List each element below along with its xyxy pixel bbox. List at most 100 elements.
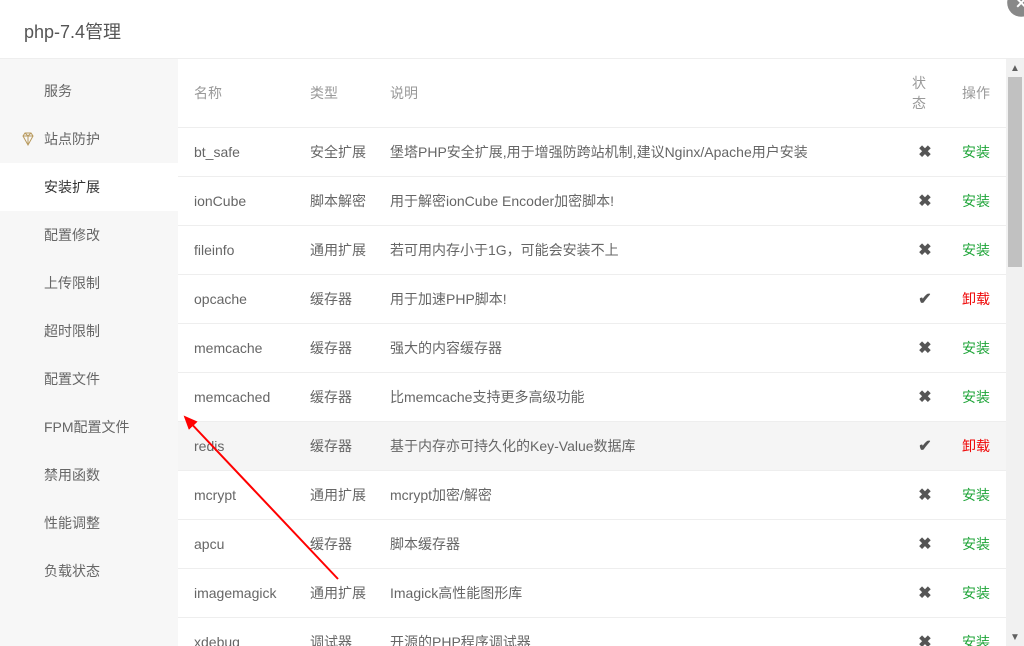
x-icon: ✖ — [918, 632, 931, 646]
extension-name: opcache — [178, 275, 298, 324]
table-row: fileinfo通用扩展若可用内存小于1G，可能会安装不上✖安装 — [178, 226, 1006, 275]
extension-type: 缓存器 — [298, 324, 378, 373]
extension-status: ✖ — [900, 569, 950, 618]
extension-name: apcu — [178, 520, 298, 569]
install-button[interactable]: 安装 — [962, 389, 990, 405]
sidebar: 服务站点防护安装扩展配置修改上传限制超时限制配置文件 FPM配置文件禁用函数性能调… — [0, 59, 178, 646]
table-row: imagemagick通用扩展Imagick高性能图形库 ✖ 安装 — [178, 569, 1006, 618]
extension-name: memcache — [178, 324, 298, 373]
extension-type: 缓存器 — [298, 422, 378, 471]
extension-type: 通用扩展 — [298, 569, 378, 618]
extension-description: 用于解密ionCube Encoder加密脚本! — [378, 177, 900, 226]
extension-status: ✔ — [900, 422, 950, 471]
sidebar-item-10[interactable]: 负载状态 — [0, 547, 178, 595]
x-icon: ✖ — [918, 191, 931, 211]
check-icon: ✔ — [918, 289, 931, 309]
install-button[interactable]: 安装 — [962, 585, 990, 601]
sidebar-item-label: 配置修改 — [44, 227, 100, 243]
scrollbar-up-arrow[interactable]: ▲ — [1006, 59, 1024, 77]
sidebar-item-2[interactable]: 安装扩展 — [0, 163, 178, 211]
extension-name: mcrypt — [178, 471, 298, 520]
extension-description: Imagick高性能图形库 — [378, 569, 900, 618]
extension-description: 用于加速PHP脚本! — [378, 275, 900, 324]
sidebar-item-label: FPM配置文件 — [44, 419, 130, 435]
extension-name: imagemagick — [178, 569, 298, 618]
extension-description: 开源的PHP程序调试器 — [378, 618, 900, 646]
scrollbar-down-arrow[interactable]: ▼ — [1006, 628, 1024, 646]
extension-type: 安全扩展 — [298, 128, 378, 177]
sidebar-item-label: 安装扩展 — [44, 179, 100, 195]
extension-status: ✖ — [900, 128, 950, 177]
extension-status: ✖ — [900, 618, 950, 646]
sidebar-item-8[interactable]: 禁用函数 — [0, 451, 178, 499]
x-icon: ✖ — [918, 534, 931, 554]
extension-status: ✖ — [900, 226, 950, 275]
column-header-type: 类型 — [298, 59, 378, 128]
extension-table-container: 名称 类型 说明 状态 操作 bt_safe安全扩展堡塔PHP安全扩展,用于增强… — [178, 59, 1006, 646]
install-button[interactable]: 安装 — [962, 536, 990, 552]
page-title: php-7.4管理 — [0, 0, 1024, 59]
extension-description: 基于内存亦可持久化的Key-Value数据库 — [378, 422, 900, 471]
extension-description: mcrypt加密/解密 — [378, 471, 900, 520]
extension-type: 调试器 — [298, 618, 378, 646]
sidebar-item-label: 站点防护 — [44, 131, 100, 147]
extension-status: ✖ — [900, 177, 950, 226]
sidebar-item-7[interactable]: FPM配置文件 — [0, 403, 178, 451]
extension-status: ✖ — [900, 520, 950, 569]
extension-type: 缓存器 — [298, 520, 378, 569]
install-button[interactable]: 安装 — [962, 144, 990, 160]
column-header-name: 名称 — [178, 59, 298, 128]
extension-name: redis — [178, 422, 298, 471]
extension-description: 若可用内存小于1G，可能会安装不上 — [378, 226, 900, 275]
install-button[interactable]: 安装 — [962, 340, 990, 356]
table-row: ionCube脚本解密用于解密ionCube Encoder加密脚本! ✖ 安装 — [178, 177, 1006, 226]
table-row: mcrypt通用扩展mcrypt加密/解密✖安装 — [178, 471, 1006, 520]
uninstall-button[interactable]: 卸载 — [962, 291, 990, 307]
x-icon: ✖ — [918, 583, 931, 603]
install-button[interactable]: 安装 — [962, 634, 990, 646]
sidebar-item-3[interactable]: 配置修改 — [0, 211, 178, 259]
table-row: xdebug调试器开源的PHP程序调试器 ✖ 安装 — [178, 618, 1006, 646]
column-header-action: 操作 — [950, 59, 1006, 128]
x-icon: ✖ — [918, 142, 931, 162]
extension-type: 缓存器 — [298, 373, 378, 422]
table-row: redis缓存器基于内存亦可持久化的Key-Value数据库✔ 卸载 — [178, 422, 1006, 471]
extension-description: 比memcache支持更多高级功能 — [378, 373, 900, 422]
extension-status: ✖ — [900, 471, 950, 520]
sidebar-item-4[interactable]: 上传限制 — [0, 259, 178, 307]
extension-status: ✖ — [900, 373, 950, 422]
extension-type: 缓存器 — [298, 275, 378, 324]
table-row: apcu缓存器脚本缓存器 ✖ 安装 — [178, 520, 1006, 569]
diamond-icon — [20, 131, 36, 147]
sidebar-item-label: 性能调整 — [44, 515, 100, 531]
install-button[interactable]: 安装 — [962, 242, 990, 258]
install-button[interactable]: 安装 — [962, 487, 990, 503]
sidebar-item-9[interactable]: 性能调整 — [0, 499, 178, 547]
sidebar-item-label: 负载状态 — [44, 563, 100, 579]
install-button[interactable]: 安装 — [962, 193, 990, 209]
extension-description: 堡塔PHP安全扩展,用于增强防跨站机制,建议Nginx/Apache用户安装 — [378, 128, 900, 177]
sidebar-item-6[interactable]: 配置文件 — [0, 355, 178, 403]
sidebar-item-label: 服务 — [44, 83, 72, 99]
sidebar-item-5[interactable]: 超时限制 — [0, 307, 178, 355]
x-icon: ✖ — [918, 485, 931, 505]
scrollbar-thumb[interactable] — [1008, 77, 1022, 267]
column-header-description: 说明 — [378, 59, 900, 128]
extension-name: xdebug — [178, 618, 298, 646]
table-row: memcached缓存器比memcache支持更多高级功能✖安装 — [178, 373, 1006, 422]
uninstall-button[interactable]: 卸载 — [962, 438, 990, 454]
extension-type: 通用扩展 — [298, 226, 378, 275]
column-header-status: 状态 — [900, 59, 950, 128]
table-row: bt_safe安全扩展堡塔PHP安全扩展,用于增强防跨站机制,建议Nginx/A… — [178, 128, 1006, 177]
x-icon: ✖ — [918, 338, 931, 358]
sidebar-item-0[interactable]: 服务 — [0, 67, 178, 115]
x-icon: ✖ — [918, 240, 931, 260]
extension-name: ionCube — [178, 177, 298, 226]
extension-status: ✔ — [900, 275, 950, 324]
extension-type: 脚本解密 — [298, 177, 378, 226]
table-row: opcache缓存器用于加速PHP脚本! ✔ 卸载 — [178, 275, 1006, 324]
scrollbar[interactable]: ▲ ▼ — [1006, 59, 1024, 646]
sidebar-item-1[interactable]: 站点防护 — [0, 115, 178, 163]
extension-description: 脚本缓存器 — [378, 520, 900, 569]
sidebar-item-label: 禁用函数 — [44, 467, 100, 483]
